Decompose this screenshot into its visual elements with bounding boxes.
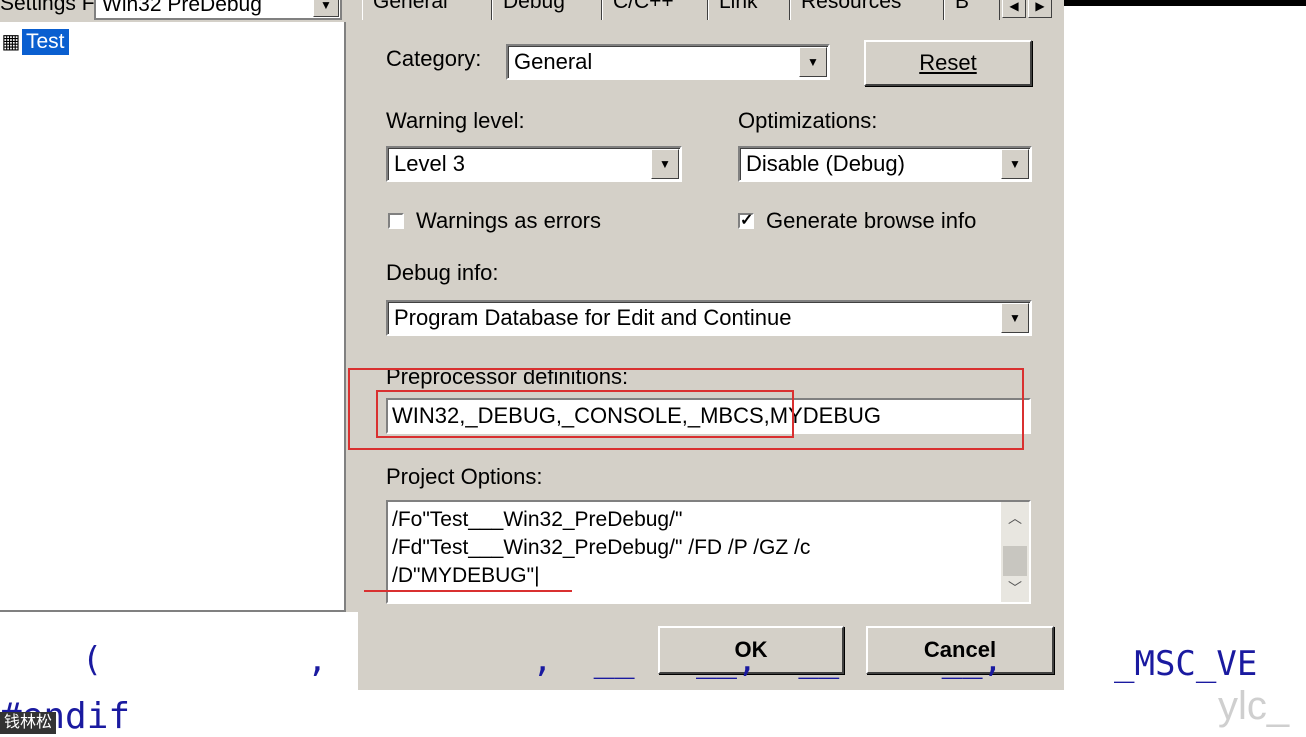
project-options-textarea[interactable]: /Fo"Test___Win32_PreDebug/" /Fd"Test___W… <box>386 500 1031 604</box>
checkbox-unchecked-icon[interactable] <box>388 213 404 229</box>
tree-item-test[interactable]: ▦ Test <box>0 28 69 56</box>
tab-scroll: ◀ ▶ <box>1002 0 1054 20</box>
tab-resources[interactable]: Resources <box>790 0 944 20</box>
generate-browse-info-label: Generate browse info <box>766 208 977 233</box>
warning-level-combo[interactable]: Level 3 ▼ <box>386 146 682 182</box>
chevron-up-icon[interactable]: ︿ <box>1001 506 1029 530</box>
chevron-down-icon[interactable]: ▼ <box>799 47 827 77</box>
project-options-label: Project Options: <box>386 464 543 489</box>
optimizations-value: Disable (Debug) <box>746 151 905 176</box>
settings-for-value: Win32 PreDebug <box>102 0 262 16</box>
code-macro: _MSC_VE <box>1114 644 1258 684</box>
code-line: ( , , __ __, __ __, <box>0 640 1004 680</box>
chevron-right-icon[interactable]: ▶ <box>1028 0 1052 18</box>
project-options-line: /Fd"Test___Win32_PreDebug/" /FD /P /GZ /… <box>392 536 811 559</box>
tab-c-cpp[interactable]: C/C++ <box>602 0 708 20</box>
checkmark-icon[interactable]: ✓ <box>738 213 754 229</box>
watermark-label: 钱林松 <box>0 712 57 734</box>
debug-info-combo[interactable]: Program Database for Edit and Continue ▼ <box>386 300 1032 336</box>
reset-button-label: Reset <box>919 50 977 75</box>
debug-info-value: Program Database for Edit and Continue <box>394 305 792 330</box>
category-label: Category: <box>386 46 482 71</box>
tree-item-label: Test <box>22 29 69 55</box>
warning-level-label: Warning level: <box>386 108 525 133</box>
chevron-down-icon[interactable]: ﹀ <box>1001 576 1029 600</box>
chevron-down-icon[interactable]: ▼ <box>1001 303 1029 333</box>
tab-strip: General Debug C/C++ Link Resources B <box>362 0 1062 22</box>
preprocessor-definitions-input[interactable]: WIN32,_DEBUG,_CONSOLE,_MBCS,MYDEBUG <box>386 398 1031 434</box>
project-options-scrollbar[interactable]: ︿ ﹀ <box>1001 502 1029 602</box>
chevron-down-icon[interactable]: ▼ <box>1001 149 1029 179</box>
optimizations-combo[interactable]: Disable (Debug) ▼ <box>738 146 1032 182</box>
top-strip <box>1064 0 1306 6</box>
tab-general[interactable]: General <box>362 0 492 20</box>
chevron-down-icon[interactable]: ▼ <box>313 0 339 17</box>
warning-level-value: Level 3 <box>394 151 465 176</box>
chevron-left-icon[interactable]: ◀ <box>1002 0 1026 18</box>
project-options-line: /Fo"Test___Win32_PreDebug/" <box>392 508 683 531</box>
reset-button[interactable]: Reset <box>864 40 1032 86</box>
optimizations-label: Optimizations: <box>738 108 878 133</box>
project-icon: ▦ <box>1 31 21 53</box>
category-value: General <box>514 49 593 74</box>
debug-info-label: Debug info: <box>386 260 499 285</box>
warnings-as-errors-label: Warnings as errors <box>416 208 602 233</box>
project-options-line: /D"MYDEBUG"| <box>392 564 540 587</box>
annotation-underline <box>364 590 572 592</box>
tab-browse[interactable]: B <box>944 0 1000 20</box>
generate-browse-info-checkbox[interactable]: ✓ Generate browse info <box>738 208 976 234</box>
preprocessor-label: Preprocessor definitions: <box>386 364 629 389</box>
tab-debug[interactable]: Debug <box>492 0 602 20</box>
tab-link[interactable]: Link <box>708 0 790 20</box>
project-tree[interactable] <box>0 22 346 612</box>
category-combo[interactable]: General ▼ <box>506 44 830 80</box>
brand-watermark: ylc_ <box>1218 684 1290 728</box>
warnings-as-errors-checkbox[interactable]: Warnings as errors <box>388 208 601 234</box>
chevron-down-icon[interactable]: ▼ <box>651 149 679 179</box>
settings-for-combo[interactable]: Win32 PreDebug ▼ <box>94 0 342 20</box>
scrollbar-thumb[interactable] <box>1003 546 1027 576</box>
